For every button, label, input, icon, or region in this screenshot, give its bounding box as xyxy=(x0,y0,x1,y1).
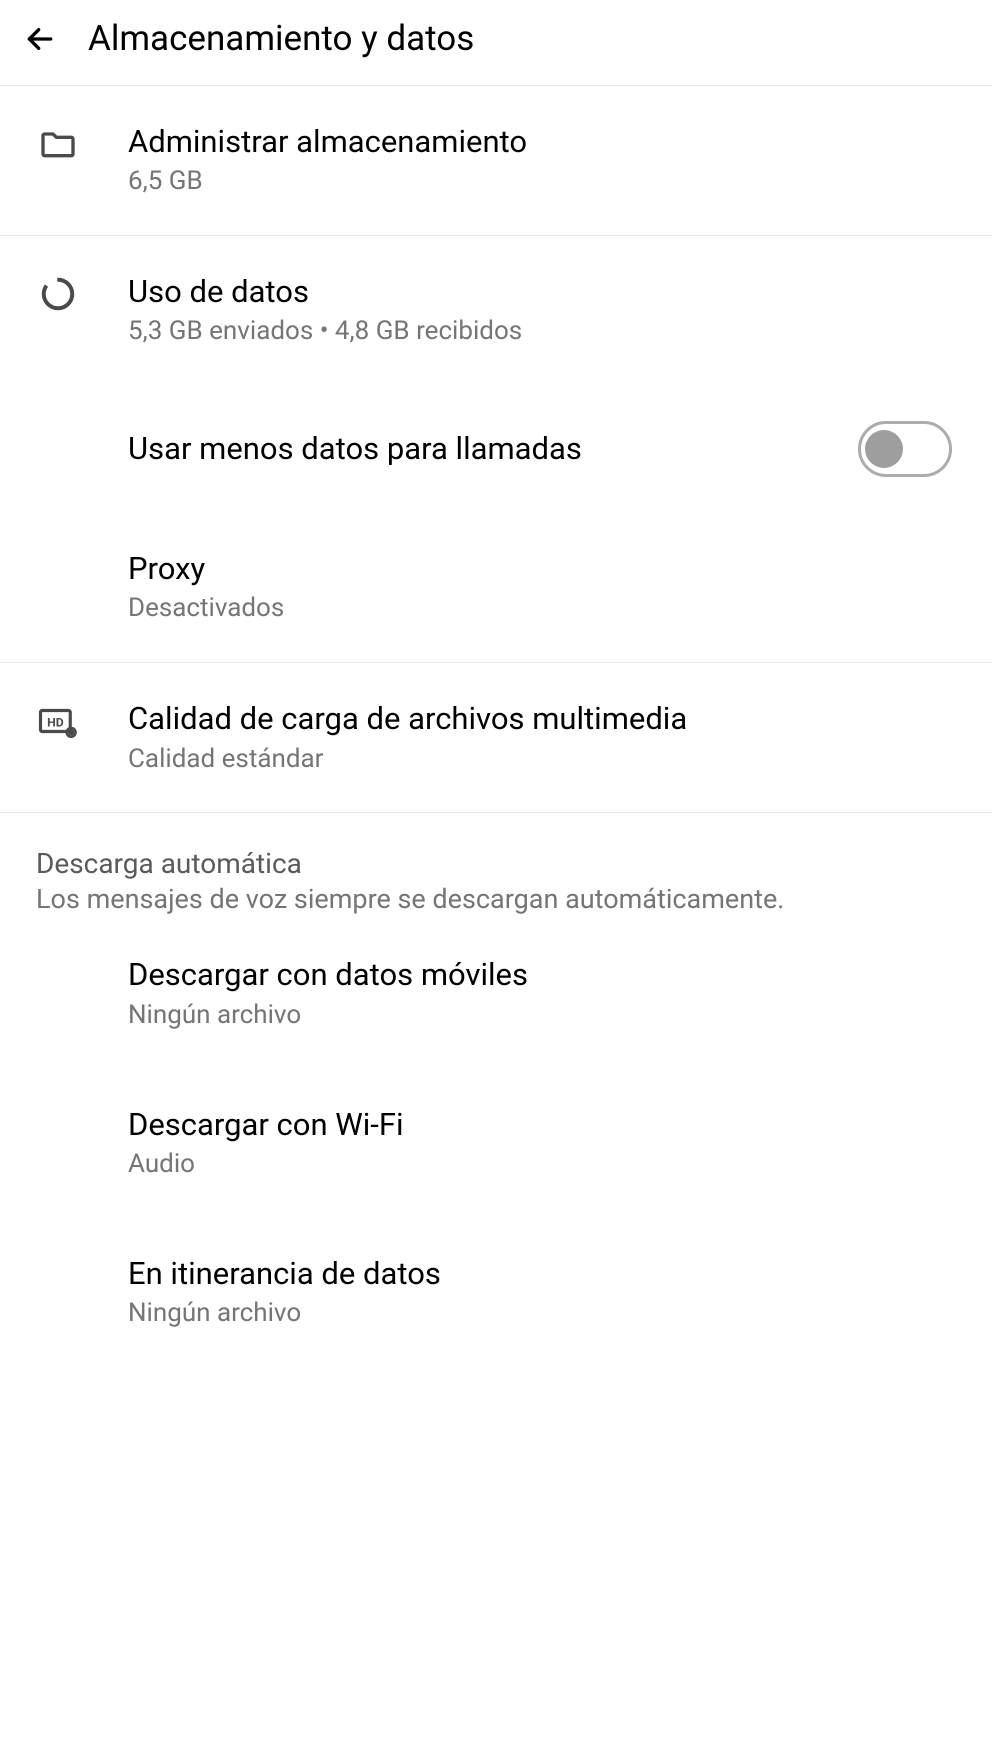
less-data-item[interactable]: Usar menos datos para llamadas xyxy=(0,385,992,513)
back-button[interactable] xyxy=(20,19,60,59)
data-section: Uso de datos 5,3 GB enviados • 4,8 GB re… xyxy=(0,236,992,663)
auto-download-section-title: Descarga automática xyxy=(36,847,952,880)
folder-icon xyxy=(36,122,80,166)
manage-storage-item[interactable]: Administrar almacenamiento 6,5 GB xyxy=(0,86,992,235)
mobile-data-subtitle: Ningún archivo xyxy=(128,999,952,1033)
proxy-item[interactable]: Proxy Desactivados xyxy=(0,513,992,662)
auto-download-section-description: Los mensajes de voz siempre se descargan… xyxy=(36,882,952,917)
wifi-item[interactable]: Descargar con Wi-Fi Audio xyxy=(0,1069,992,1218)
toggle-thumb xyxy=(865,430,903,468)
auto-download-section: Descarga automática Los mensajes de voz … xyxy=(0,813,992,1366)
storage-section: Administrar almacenamiento 6,5 GB xyxy=(0,86,992,236)
data-usage-subtitle: 5,3 GB enviados • 4,8 GB recibidos xyxy=(128,315,952,349)
media-quality-subtitle: Calidad estándar xyxy=(128,743,952,777)
arrow-back-icon xyxy=(24,23,56,55)
svg-text:HD: HD xyxy=(47,716,64,730)
hd-icon: HD xyxy=(36,699,80,743)
wifi-title: Descargar con Wi-Fi xyxy=(128,1105,952,1145)
auto-download-header: Descarga automática Los mensajes de voz … xyxy=(0,813,992,925)
roaming-subtitle: Ningún archivo xyxy=(128,1297,952,1331)
manage-storage-title: Administrar almacenamiento xyxy=(128,122,952,162)
media-quality-item[interactable]: HD Calidad de carga de archivos multimed… xyxy=(0,663,992,812)
data-usage-title: Uso de datos xyxy=(128,272,952,312)
data-usage-icon xyxy=(36,272,80,316)
header: Almacenamiento y datos xyxy=(0,0,992,86)
data-usage-item[interactable]: Uso de datos 5,3 GB enviados • 4,8 GB re… xyxy=(0,236,992,385)
wifi-subtitle: Audio xyxy=(128,1148,952,1182)
mobile-data-title: Descargar con datos móviles xyxy=(128,955,952,995)
media-quality-section: HD Calidad de carga de archivos multimed… xyxy=(0,663,992,813)
media-quality-title: Calidad de carga de archivos multimedia xyxy=(128,699,952,739)
proxy-title: Proxy xyxy=(128,549,952,589)
proxy-subtitle: Desactivados xyxy=(128,592,952,626)
roaming-title: En itinerancia de datos xyxy=(128,1254,952,1294)
less-data-title: Usar menos datos para llamadas xyxy=(128,429,858,469)
roaming-item[interactable]: En itinerancia de datos Ningún archivo xyxy=(0,1218,992,1367)
less-data-toggle[interactable] xyxy=(858,421,952,477)
mobile-data-item[interactable]: Descargar con datos móviles Ningún archi… xyxy=(0,925,992,1068)
manage-storage-subtitle: 6,5 GB xyxy=(128,165,952,199)
page-title: Almacenamiento y datos xyxy=(88,18,474,59)
